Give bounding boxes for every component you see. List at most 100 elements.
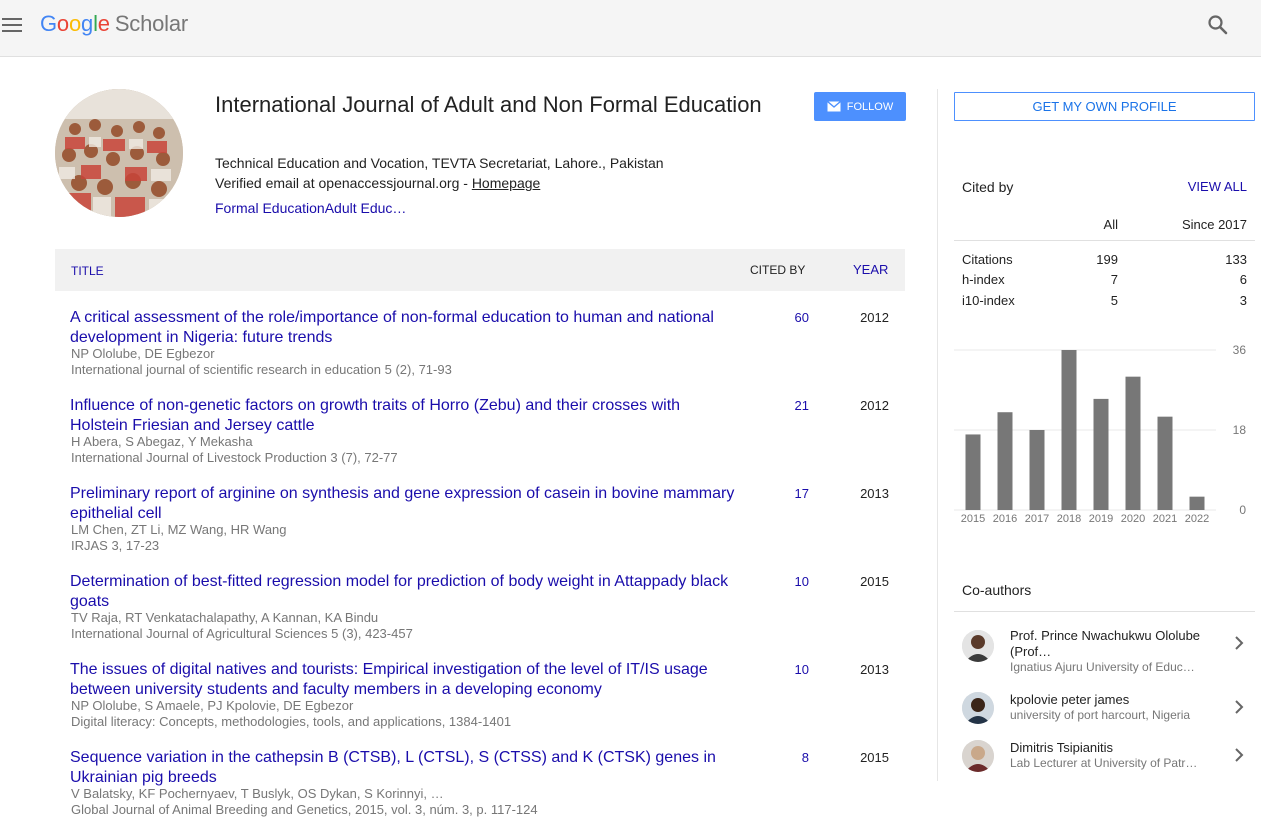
chevron-right-icon (1235, 748, 1244, 762)
chart-bar-2021[interactable] (1157, 416, 1173, 510)
get-my-own-profile-button[interactable]: GET MY OWN PROFILE (954, 92, 1255, 121)
chart-bar-2018[interactable] (1061, 350, 1077, 510)
coauthor-name[interactable]: Dimitris Tsipianitis (1010, 740, 1220, 756)
profile-name: International Journal of Adult and Non F… (215, 92, 762, 117)
cited-by-count[interactable]: 17 (755, 486, 809, 501)
metric-all: 5 (1110, 293, 1118, 308)
article-venue: Digital literacy: Concepts, methodologie… (71, 714, 512, 729)
cited-by-count[interactable]: 10 (755, 574, 809, 589)
metric-since: 6 (1239, 272, 1247, 287)
y-tick-label: 0 (1239, 503, 1246, 517)
coauthor-item[interactable]: kpolovie peter james university of port … (954, 692, 1255, 740)
article-authors: H Abera, S Abegaz, Y Mekasha (71, 434, 253, 449)
x-tick-label: 2021 (1153, 513, 1177, 525)
coauthors-heading: Co-authors (962, 582, 1032, 598)
metric-all: 199 (1096, 252, 1118, 267)
article-venue: IRJAS 3, 17-23 (71, 538, 160, 553)
search-icon[interactable] (1207, 14, 1229, 36)
table-row: Preliminary report of arginine on synthe… (55, 484, 905, 572)
chart-bar-2016[interactable] (997, 412, 1013, 510)
coauthor-affiliation: university of port harcourt, Nigeria (1010, 708, 1191, 722)
y-tick-label: 18 (1233, 423, 1247, 437)
article-year: 2013 (860, 662, 889, 677)
col-since: Since 2017 (1181, 217, 1247, 232)
article-year: 2012 (860, 398, 889, 413)
x-tick-label: 2017 (1025, 513, 1049, 525)
citation-metric-row: h-index 7 6 (954, 272, 1255, 292)
article-venue: Global Journal of Animal Breeding and Ge… (71, 802, 538, 817)
profile-photo (55, 89, 183, 217)
menu-icon[interactable] (2, 14, 22, 34)
chart-bar-2019[interactable] (1093, 398, 1109, 510)
coauthor-avatar (962, 692, 994, 724)
coauthor-avatar (962, 630, 994, 662)
sort-by-cited[interactable]: CITED BY (750, 263, 805, 277)
metric-all: 7 (1110, 272, 1118, 287)
coauthors-divider (954, 611, 1255, 612)
follow-button[interactable]: FOLLOW (814, 92, 906, 121)
chevron-right-icon (1235, 700, 1244, 714)
cited-by-count[interactable]: 60 (755, 310, 809, 325)
homepage-link[interactable]: Homepage (472, 175, 541, 191)
coauthor-item[interactable]: Dimitris Tsipianitis Lab Lecturer at Uni… (954, 740, 1255, 788)
cited-by-count[interactable]: 8 (755, 750, 809, 765)
metric-label[interactable]: i10-index (962, 293, 1015, 308)
citation-metric-row: i10-index 5 3 (954, 293, 1255, 313)
col-all: All (1103, 217, 1118, 232)
article-venue: International Journal of Livestock Produ… (71, 450, 398, 465)
cited-by-count[interactable]: 21 (755, 398, 809, 413)
chart-bar-2022[interactable] (1189, 496, 1205, 510)
profile-affiliation: Technical Education and Vocation, TEVTA … (215, 155, 664, 171)
article-title-link[interactable]: A critical assessment of the role/import… (70, 308, 740, 348)
cited-by-count[interactable]: 10 (755, 662, 809, 677)
x-tick-label: 2019 (1089, 513, 1113, 525)
article-authors: NP Ololube, DE Egbezor (71, 346, 215, 361)
article-venue: International journal of scientific rese… (71, 362, 452, 377)
x-tick-label: 2022 (1185, 513, 1209, 525)
email-text: Verified email at openaccessjournal.org … (215, 175, 472, 191)
column-divider (937, 89, 938, 781)
coauthor-item[interactable]: Prof. Prince Nwachukwu Ololube (Prof… Ig… (954, 628, 1255, 676)
profile-email: Verified email at openaccessjournal.org … (215, 175, 540, 191)
view-all-link[interactable]: VIEW ALL (1160, 179, 1247, 194)
chart-bar-2017[interactable] (1029, 430, 1045, 510)
citation-metric-row: Citations 199 133 (954, 252, 1255, 272)
metric-label[interactable]: h-index (962, 272, 1005, 287)
article-authors: V Balatsky, KF Pochernyaev, T Buslyk, OS… (71, 786, 444, 801)
coauthor-name[interactable]: Prof. Prince Nwachukwu Ololube (Prof… (1010, 628, 1220, 660)
y-tick-label: 36 (1233, 343, 1247, 357)
articles-table-header: TITLE CITED BY YEAR (55, 249, 905, 291)
article-year: 2012 (860, 310, 889, 325)
article-venue: International Journal of Agricultural Sc… (71, 626, 413, 641)
chart-bar-2015[interactable] (965, 434, 981, 510)
table-row: Influence of non-genetic factors on grow… (55, 396, 905, 484)
sort-by-title[interactable]: TITLE (71, 264, 104, 278)
cited-by-heading: Cited by (962, 179, 1014, 195)
interests-link[interactable]: Formal EducationAdult Educ… (215, 200, 406, 216)
table-row: A critical assessment of the role/import… (55, 308, 905, 396)
article-title-link[interactable]: Preliminary report of arginine on synthe… (70, 484, 740, 524)
chart-bar-2020[interactable] (1125, 376, 1141, 510)
chevron-right-icon (1235, 636, 1244, 650)
article-authors: LM Chen, ZT Li, MZ Wang, HR Wang (71, 522, 287, 537)
article-title-link[interactable]: Influence of non-genetic factors on grow… (70, 396, 740, 436)
mail-icon (826, 101, 841, 112)
article-year: 2015 (860, 750, 889, 765)
coauthor-name[interactable]: kpolovie peter james (1010, 692, 1220, 708)
citations-per-year-chart: 36 18 0 2015 2016 2017 2018 2019 2020 2021 2022 (954, 343, 1247, 525)
article-authors: TV Raja, RT Venkatachalapathy, A Kannan,… (71, 610, 379, 625)
article-title-link[interactable]: Sequence variation in the cathepsin B (C… (70, 748, 740, 788)
metric-since: 133 (1225, 252, 1247, 267)
metric-label[interactable]: Citations (962, 252, 1013, 267)
google-scholar-logo[interactable]: Google Scholar (40, 11, 188, 37)
x-tick-label: 2015 (961, 513, 985, 525)
x-tick-label: 2018 (1057, 513, 1081, 525)
article-title-link[interactable]: The issues of digital natives and touris… (70, 660, 740, 700)
x-tick-label: 2016 (993, 513, 1017, 525)
coauthor-avatar (962, 740, 994, 772)
article-year: 2015 (860, 574, 889, 589)
sort-by-year[interactable]: YEAR (853, 262, 888, 277)
article-title-link[interactable]: Determination of best-fitted regression … (70, 572, 740, 612)
table-row: Sequence variation in the cathepsin B (C… (55, 748, 905, 824)
article-authors: NP Ololube, S Amaele, PJ Kpolovie, DE Eg… (71, 698, 354, 713)
